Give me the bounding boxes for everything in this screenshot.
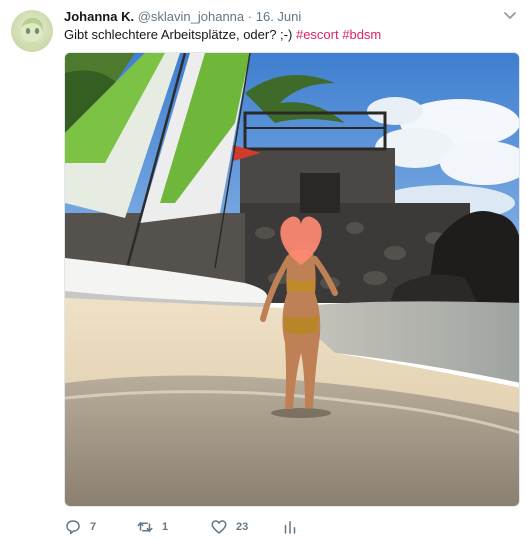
tweet[interactable]: Johanna K. @sklavin_johanna · 16. Juni G… bbox=[0, 0, 527, 539]
analytics-button[interactable] bbox=[282, 517, 298, 537]
heart-icon bbox=[211, 520, 227, 534]
hashtag-link[interactable]: #bdsm bbox=[342, 27, 381, 42]
user-handle[interactable]: @sklavin_johanna bbox=[138, 9, 244, 24]
separator-dot: · bbox=[247, 9, 253, 24]
tweet-header: Johanna K. @sklavin_johanna · 16. Juni bbox=[64, 9, 301, 25]
reply-icon bbox=[66, 520, 80, 535]
analytics-icon bbox=[284, 521, 296, 534]
like-button[interactable]: 23 bbox=[210, 517, 248, 537]
beach-photo bbox=[65, 53, 519, 506]
tweet-body: Gibt schlechtere Arbeitsplätze, oder? ;-… bbox=[64, 27, 293, 42]
hashtag-link[interactable]: #escort bbox=[296, 27, 339, 42]
retweet-icon bbox=[137, 522, 153, 532]
tweet-date[interactable]: 16. Juni bbox=[256, 9, 302, 24]
avatar-image bbox=[11, 10, 53, 52]
display-name[interactable]: Johanna K. bbox=[64, 9, 134, 24]
tweet-text: Gibt schlechtere Arbeitsplätze, oder? ;-… bbox=[64, 26, 381, 43]
reply-button[interactable]: 7 bbox=[64, 517, 96, 537]
tweet-actions: 7 1 23 bbox=[64, 517, 504, 537]
reply-count: 7 bbox=[90, 521, 97, 533]
like-count: 23 bbox=[236, 521, 249, 533]
retweet-button[interactable]: 1 bbox=[136, 517, 168, 537]
tweet-photo[interactable] bbox=[64, 52, 520, 507]
tweet-menu-button[interactable] bbox=[503, 8, 517, 19]
chevron-down-icon bbox=[504, 12, 516, 19]
retweet-count: 1 bbox=[162, 521, 169, 533]
avatar[interactable] bbox=[11, 10, 53, 52]
